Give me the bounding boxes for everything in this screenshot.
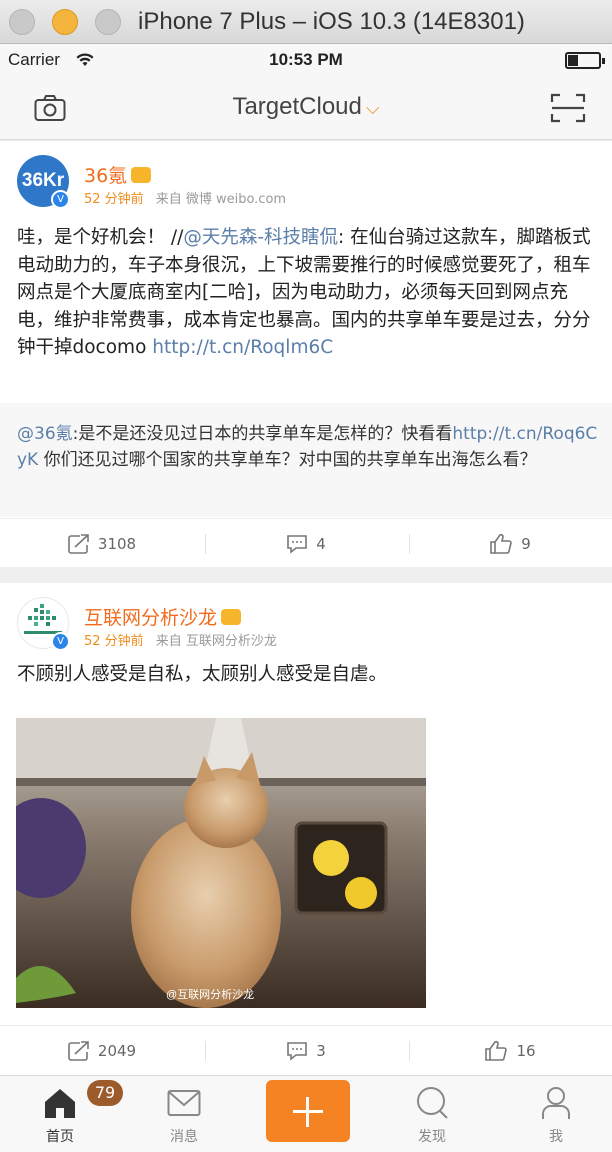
- post-text: 不顾别人感受是自私，太顾别人感受是自虐。: [17, 664, 388, 685]
- mail-icon: [167, 1090, 201, 1116]
- comment-count: 3: [316, 1042, 326, 1060]
- repost-icon: [68, 1041, 89, 1061]
- repost-count: 3108: [97, 535, 137, 553]
- like-count: 9: [521, 535, 531, 553]
- repost-text: @36氪:是不是还没见过日本的共享单车是怎样的？快看看http://t.cn/R…: [17, 421, 599, 473]
- comment-icon: [287, 535, 308, 554]
- cat-photo: [16, 718, 426, 1008]
- repost-button[interactable]: 2049: [0, 1026, 204, 1075]
- window-zoom-button[interactable]: [95, 9, 121, 35]
- scan-icon[interactable]: [550, 93, 586, 123]
- chevron-down-icon: ⌵: [365, 98, 380, 118]
- url-link[interactable]: http://t.cn/Roqlm6C: [152, 337, 333, 358]
- simulator-title-bar: iPhone 7 Plus – iOS 10.3 (14E8301): [0, 0, 612, 44]
- thumbs-up-icon: [490, 533, 513, 554]
- crown-icon: [131, 167, 152, 183]
- navigation-bar: TargetCloud ⌵: [0, 76, 612, 140]
- mention-link[interactable]: @36氪: [17, 424, 73, 444]
- comment-icon: [287, 1042, 308, 1061]
- comment-count: 4: [316, 535, 326, 553]
- window-close-button[interactable]: [9, 9, 35, 35]
- compose-button[interactable]: [266, 1080, 350, 1142]
- window-minimize-button[interactable]: [52, 9, 78, 35]
- feed-group-selector[interactable]: TargetCloud ⌵: [0, 93, 612, 121]
- tab-label: 首页: [46, 1129, 74, 1145]
- post-time: 52 分钟前: [84, 634, 144, 649]
- unread-badge: 79: [87, 1080, 123, 1106]
- author-name[interactable]: 36氪: [84, 165, 127, 187]
- post-image[interactable]: @互联网分析沙龙: [16, 718, 426, 1008]
- repost-button[interactable]: 3108: [0, 519, 204, 569]
- tab-profile[interactable]: 我: [506, 1076, 606, 1152]
- status-bar: Carrier 10:53 PM: [0, 44, 612, 76]
- thumbs-up-icon: [485, 1040, 508, 1061]
- verified-badge-icon: V: [51, 190, 70, 209]
- tab-messages[interactable]: 消息: [134, 1076, 234, 1152]
- home-icon: [45, 1089, 75, 1118]
- tab-label: 发现: [418, 1129, 446, 1145]
- crown-icon: [221, 609, 242, 625]
- tab-label: 消息: [170, 1129, 198, 1145]
- author-name[interactable]: 互联网分析沙龙: [84, 607, 217, 629]
- nav-title: TargetCloud: [232, 93, 362, 120]
- feed-list[interactable]: 36Kr V 36氪 52 分钟前 来自 微博 weibo.com 哇，是个好机会…: [0, 141, 612, 1075]
- post-action-bar: 2049 3 16: [0, 1025, 612, 1075]
- profile-icon: [542, 1087, 570, 1119]
- like-count: 16: [516, 1042, 536, 1060]
- status-time: 10:53 PM: [269, 50, 343, 69]
- post-text: 哇，是个好机会！ //@天先森-科技瞎侃: 在仙台骑过这款车，脚踏板式电动助力的…: [17, 224, 595, 362]
- post-text-segment: 哇，是个好机会！ //: [17, 227, 184, 248]
- like-button[interactable]: 16: [408, 1026, 612, 1075]
- comment-button[interactable]: 3: [204, 1026, 408, 1075]
- image-watermark: @互联网分析沙龙: [166, 989, 255, 1001]
- post-time: 52 分钟前: [84, 192, 144, 207]
- battery-icon: [565, 52, 605, 69]
- repost-text-segment: :是不是还没见过日本的共享单车是怎样的？快看看: [72, 424, 453, 444]
- verified-badge-icon: V: [51, 632, 70, 651]
- post-source: 来自 互联网分析沙龙: [155, 634, 277, 649]
- feed-card[interactable]: 36Kr V 36氪 52 分钟前 来自 微博 weibo.com 哇，是个好机会…: [0, 141, 612, 567]
- like-button[interactable]: 9: [408, 519, 612, 569]
- post-source: 来自 微博 weibo.com: [155, 192, 287, 207]
- repost-count: 2049: [97, 1042, 137, 1060]
- reposted-content[interactable]: @36氪:是不是还没见过日本的共享单车是怎样的？快看看http://t.cn/R…: [0, 403, 612, 517]
- window-title: iPhone 7 Plus – iOS 10.3 (14E8301): [138, 8, 525, 35]
- search-icon: [417, 1087, 448, 1119]
- tab-discover[interactable]: 发现: [382, 1076, 482, 1152]
- tab-home[interactable]: 79 首页: [10, 1076, 123, 1152]
- post-action-bar: 3108 4 9: [0, 518, 612, 568]
- feed-card[interactable]: V 互联网分析沙龙 52 分钟前 来自 互联网分析沙龙 不顾别人感受是自私，太顾别…: [0, 583, 612, 1075]
- comment-button[interactable]: 4: [204, 519, 408, 569]
- repost-icon: [68, 534, 89, 554]
- tab-bar: 79 首页 消息 发现 我: [0, 1075, 612, 1152]
- repost-text-segment: 你们还见过哪个国家的共享单车？对中国的共享单车出海怎么看？: [38, 450, 537, 470]
- tab-label: 我: [549, 1129, 563, 1145]
- mention-link[interactable]: @天先森-科技瞎侃: [183, 227, 338, 248]
